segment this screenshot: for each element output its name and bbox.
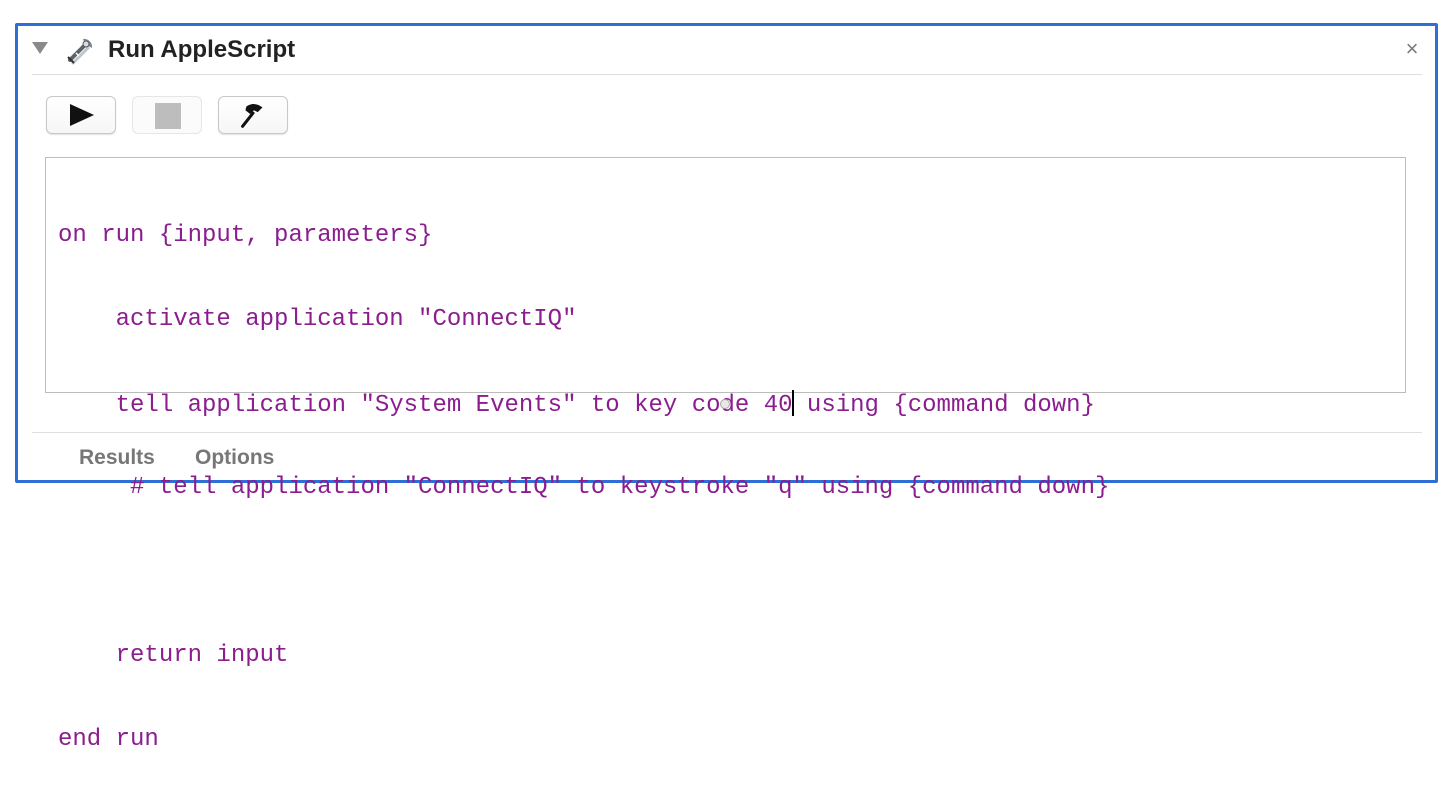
action-header: Run AppleScript × bbox=[18, 26, 1435, 73]
code-segment: tell application "System Events" to key … bbox=[58, 392, 793, 419]
applescript-script-icon bbox=[67, 38, 93, 65]
code-line: tell application "System Events" to key … bbox=[58, 390, 1109, 419]
code-line: return input bbox=[58, 642, 289, 669]
footer-divider bbox=[32, 432, 1422, 433]
hammer-icon bbox=[241, 104, 263, 128]
script-code[interactable]: on run {input, parameters} activate appl… bbox=[58, 166, 1109, 810]
compile-button[interactable] bbox=[218, 96, 288, 134]
code-line: end run bbox=[58, 726, 159, 753]
editor-resize-handle[interactable] bbox=[720, 399, 730, 409]
stop-button[interactable] bbox=[132, 96, 202, 134]
run-button[interactable] bbox=[46, 96, 116, 134]
code-segment: using {command down} bbox=[792, 392, 1095, 419]
play-icon bbox=[70, 104, 94, 126]
action-title: Run AppleScript bbox=[108, 36, 296, 63]
script-editor[interactable]: on run {input, parameters} activate appl… bbox=[45, 157, 1406, 753]
code-line: on run {input, parameters} bbox=[58, 222, 433, 249]
header-divider bbox=[32, 74, 1422, 75]
run-applescript-action[interactable]: Run AppleScript × on run {input, paramet… bbox=[15, 23, 1438, 753]
tab-results[interactable]: Results bbox=[79, 446, 155, 470]
stop-icon bbox=[155, 103, 181, 129]
disclosure-triangle-icon[interactable] bbox=[32, 42, 48, 54]
code-line: # tell application "ConnectIQ" to keystr… bbox=[58, 474, 1110, 501]
close-icon[interactable]: × bbox=[1401, 38, 1423, 60]
code-line: activate application "ConnectIQ" bbox=[58, 306, 577, 333]
tab-options[interactable]: Options bbox=[195, 446, 274, 470]
